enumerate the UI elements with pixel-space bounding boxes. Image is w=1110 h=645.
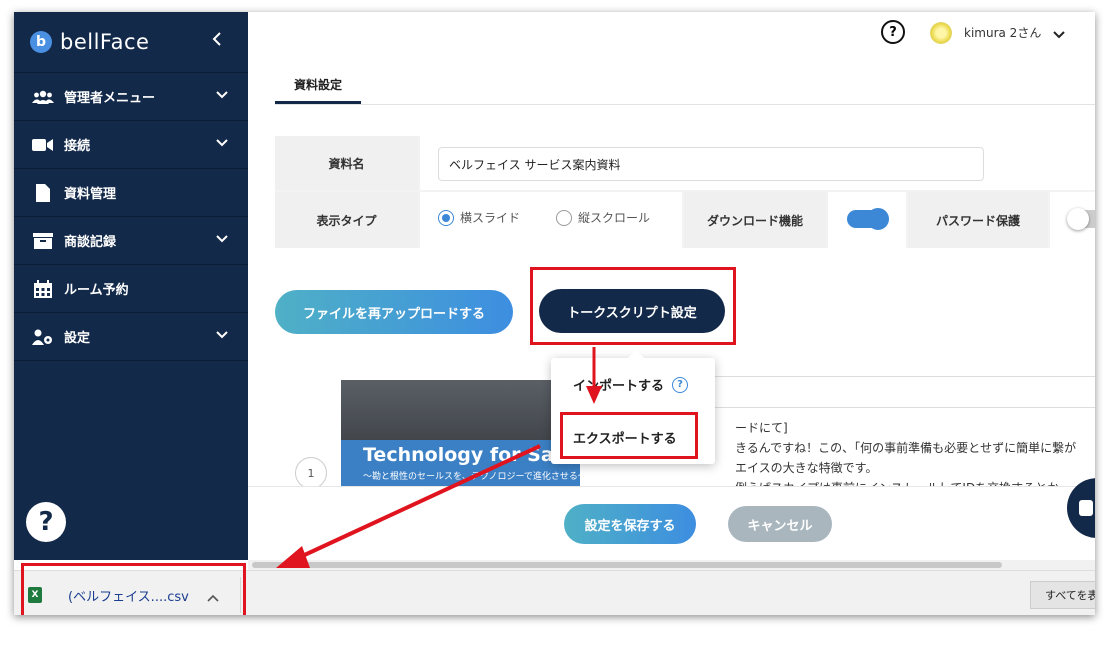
annotation-arrows [276,347,602,568]
arrowhead-export [586,386,602,404]
arrow-to-download [297,444,541,560]
arrowhead-download [276,546,310,568]
app-window: b bellFace 管理者メニュー 接続 資料管理 商談記録 ルーム予約 設定… [14,12,1095,615]
